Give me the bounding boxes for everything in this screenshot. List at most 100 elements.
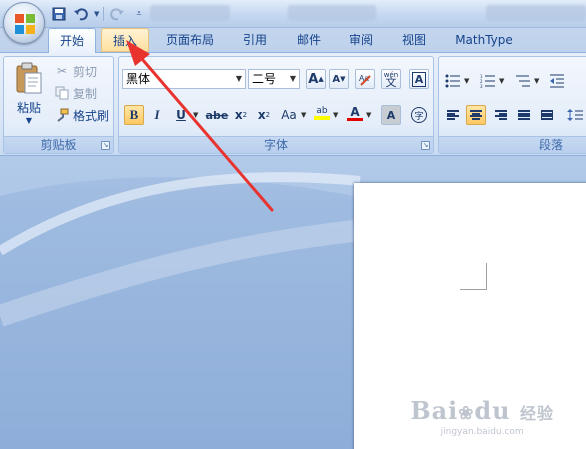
underline-button[interactable]: U (171, 105, 191, 125)
character-shading-button[interactable]: A (381, 105, 401, 125)
multilevel-list-dropdown-icon[interactable]: ▼ (534, 77, 539, 85)
blurred-window-tab (150, 5, 230, 21)
justify-button[interactable] (514, 105, 534, 125)
highlight-color-bar (314, 116, 330, 120)
paw-icon: ❀ (458, 403, 475, 424)
decrease-indent-icon (550, 74, 564, 88)
align-center-button[interactable] (466, 105, 486, 125)
italic-icon: I (154, 107, 160, 122)
tab-view[interactable]: 视图 (393, 28, 435, 52)
watermark-brand: Bai (410, 396, 459, 425)
svg-text:3: 3 (480, 84, 483, 88)
align-center-icon (470, 110, 482, 120)
paste-button[interactable]: 粘贴 ▼ (10, 61, 48, 133)
shrink-font-icon: A (332, 73, 341, 85)
tab-insert[interactable]: 插入 (101, 28, 149, 52)
numbering-button[interactable]: 123 (478, 71, 498, 91)
customize-qat-icon[interactable]: ⩡ (136, 9, 141, 19)
qat-separator (103, 7, 105, 21)
underline-dropdown-icon[interactable]: ▼ (193, 111, 198, 119)
tab-home[interactable]: 开始 (48, 28, 96, 53)
align-left-icon (447, 110, 459, 120)
font-size-value: 二号 (252, 72, 277, 86)
tab-mathtype[interactable]: MathType (448, 28, 520, 52)
tab-page-layout[interactable]: 页面布局 (158, 28, 222, 52)
office-logo-icon (15, 14, 35, 34)
shrink-font-button[interactable]: A ▼ (329, 69, 349, 89)
clipboard-icon (14, 61, 44, 95)
italic-button[interactable]: I (147, 105, 167, 125)
font-group: 黑体 ▼ 二号 ▼ A ▲ A ▼ Aa wén 文 A B I U ▼ abe… (118, 56, 434, 154)
bullets-icon (445, 74, 460, 88)
phonetic-guide-button[interactable]: wén 文 (381, 69, 401, 89)
paste-label: 粘贴 (16, 101, 41, 115)
bold-button[interactable]: B (124, 105, 144, 125)
character-shading-icon: A (386, 108, 396, 122)
superscript-button[interactable]: x2 (254, 105, 274, 125)
watermark-url: jingyan.baidu.com (440, 427, 524, 437)
highlight-button[interactable]: ab (312, 103, 332, 123)
clear-formatting-icon: Aa (359, 74, 371, 86)
superscript-mark: 2 (265, 111, 271, 119)
highlight-dropdown-icon[interactable]: ▼ (333, 111, 338, 119)
strikethrough-button[interactable]: abe (205, 105, 229, 125)
change-case-dropdown-icon[interactable]: ▼ (301, 111, 306, 119)
font-color-dropdown-icon[interactable]: ▼ (366, 111, 371, 119)
watermark-du: du (474, 396, 511, 425)
bullets-dropdown-icon[interactable]: ▼ (464, 77, 469, 85)
watermark-suffix: 经验 (519, 404, 554, 423)
baidu-watermark: Bai❀du 经验 jingyan.baidu.com (410, 396, 554, 437)
numbering-dropdown-icon[interactable]: ▼ (499, 77, 504, 85)
character-border-button[interactable]: A (409, 69, 429, 89)
font-size-combo[interactable]: 二号 ▼ (248, 69, 300, 89)
paste-dropdown-icon[interactable]: ▼ (10, 116, 48, 125)
redo-icon[interactable] (108, 5, 126, 23)
align-left-button[interactable] (443, 105, 463, 125)
enclose-characters-button[interactable]: 字 (409, 105, 429, 125)
undo-dropdown-icon[interactable]: ▼ (94, 10, 99, 18)
subscript-button[interactable]: x2 (231, 105, 251, 125)
quick-access-toolbar: ▼ ⩡ (50, 4, 141, 24)
justify-icon (518, 110, 530, 120)
clipboard-group: 粘贴 ▼ ✂ 剪切 复制 格式刷 剪贴板 ↘ (3, 56, 114, 154)
copy-icon (54, 85, 70, 101)
align-right-button[interactable] (491, 105, 511, 125)
chevron-down-icon: ▼ (289, 74, 296, 83)
distributed-button[interactable] (537, 105, 557, 125)
undo-icon[interactable] (72, 5, 90, 23)
decrease-indent-button[interactable] (547, 71, 567, 91)
subscript-icon: x (234, 108, 243, 122)
highlighter-icon: ab (316, 106, 328, 116)
margin-corner-mark (460, 263, 487, 290)
cut-label: 剪切 (73, 64, 98, 79)
change-case-button[interactable]: Aa (277, 105, 301, 125)
bullets-button[interactable] (443, 71, 463, 91)
font-launcher-icon[interactable]: ↘ (421, 141, 430, 150)
blurred-window-tab (288, 5, 376, 21)
save-icon[interactable] (50, 5, 68, 23)
bold-icon: B (129, 107, 139, 122)
font-color-bar (347, 117, 363, 121)
grow-font-button[interactable]: A ▲ (306, 69, 326, 89)
font-name-combo[interactable]: 黑体 ▼ (122, 69, 246, 89)
format-painter-button[interactable]: 格式刷 (54, 106, 109, 124)
paragraph-group: ▼ 123 ▼ ▼ 段落 (438, 56, 586, 154)
office-button[interactable] (3, 2, 45, 44)
underline-icon: U (176, 108, 186, 122)
line-spacing-button[interactable] (565, 105, 585, 125)
copy-label: 复制 (73, 86, 98, 101)
font-group-label: 字体 (119, 136, 433, 153)
tab-references[interactable]: 引用 (234, 28, 276, 52)
clipboard-launcher-icon[interactable]: ↘ (101, 141, 110, 150)
multilevel-list-button[interactable] (513, 71, 533, 91)
copy-button[interactable]: 复制 (54, 84, 97, 102)
cut-button[interactable]: ✂ 剪切 (54, 62, 97, 80)
tab-mailings[interactable]: 邮件 (288, 28, 330, 52)
tab-review[interactable]: 审阅 (340, 28, 382, 52)
grow-font-icon: A (308, 71, 319, 87)
font-color-button[interactable]: A (345, 103, 365, 123)
multilevel-list-icon (516, 75, 530, 87)
paragraph-group-title: 段落 (539, 138, 564, 152)
clear-formatting-button[interactable]: Aa (355, 69, 375, 89)
title-bar: ▼ ⩡ (0, 0, 586, 28)
